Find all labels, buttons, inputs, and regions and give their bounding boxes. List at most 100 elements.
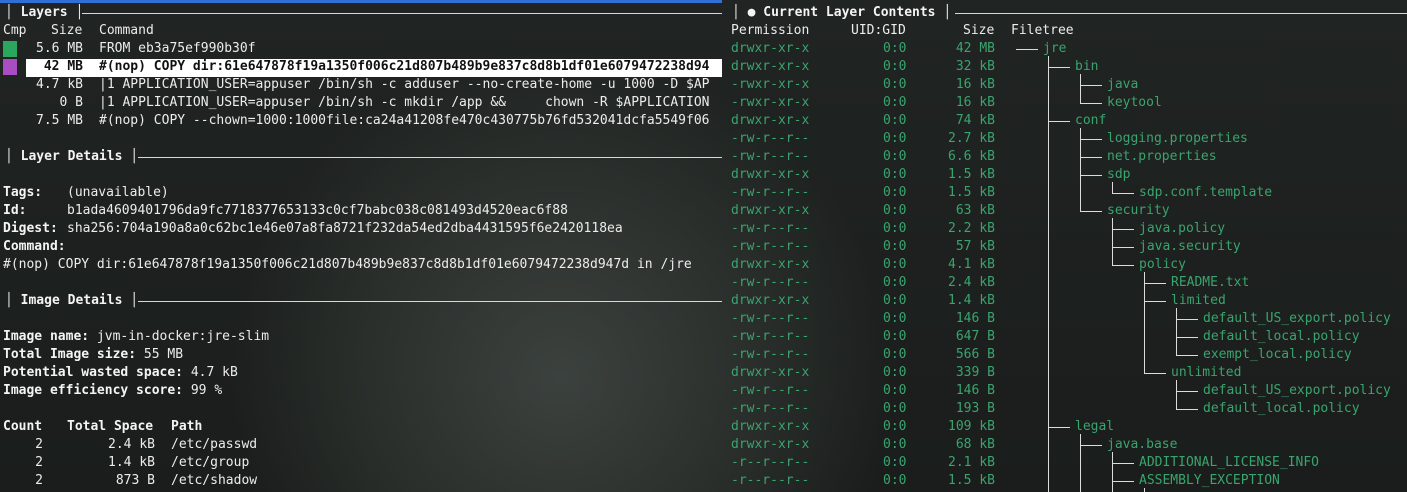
id-value: b1ada4609401796da9fc7718377653133c0cf7ba… xyxy=(67,203,568,218)
image-details-title-box: │ Image Details │ xyxy=(5,293,139,308)
digest-value: sha256:704a190a8a0c62bc1e46e07a8fa8721f2… xyxy=(67,221,623,236)
image-size-line: Total Image size: 55 MB xyxy=(3,346,183,364)
file-permission: -rwxr-xr-x xyxy=(731,77,810,92)
wasted-space-line: Potential wasted space: 4.7 kB xyxy=(3,364,238,382)
layers-header-cmp: Cmp xyxy=(3,23,27,38)
file-size: 68 kB xyxy=(955,437,995,452)
file-uidgid: 0:0 xyxy=(883,257,907,272)
tree-trunk xyxy=(1112,452,1113,492)
wasted-count: 2 xyxy=(35,437,43,452)
dive-ui: │ Layers │ Cmp Size Command 5.6 MB FROM e… xyxy=(0,0,1407,492)
wasted-path: /etc/shadow xyxy=(171,473,258,488)
file-uidgid: 0:0 xyxy=(883,293,907,308)
file-permission: drwxr-xr-x xyxy=(731,203,810,218)
layers-top-bar xyxy=(0,0,722,3)
tree-branch xyxy=(1176,409,1198,410)
file-uidgid: 0:0 xyxy=(883,95,907,110)
file-size: 2.7 kB xyxy=(948,131,995,146)
wasted-space-value: 4.7 kB xyxy=(190,365,238,380)
wasted-table-header-space: Total Space xyxy=(67,419,154,434)
file-size: 4.1 kB xyxy=(948,257,995,272)
file-name: bin xyxy=(1075,59,1099,74)
wasted-count: 2 xyxy=(35,473,43,488)
wasted-count: 2 xyxy=(35,455,43,470)
file-permission: drwxr-xr-x xyxy=(731,437,810,452)
file-uidgid: 0:0 xyxy=(883,365,907,380)
wasted-space: 1.4 kB xyxy=(108,455,155,470)
file-permission: drwxr-xr-x xyxy=(731,59,810,74)
layer-command: #(nop) COPY --chown=1000:1000file:ca24a4… xyxy=(99,113,710,128)
tree-branch xyxy=(1048,121,1070,122)
tree-branch xyxy=(1112,247,1134,248)
file-name: ASSEMBLY_EXCEPTION xyxy=(1139,473,1280,488)
file-size: 16 kB xyxy=(955,77,995,92)
file-permission: -r--r--r-- xyxy=(731,473,810,488)
tree-branch xyxy=(1144,373,1166,374)
tree-trunk xyxy=(1112,218,1113,265)
layers-title-rule xyxy=(82,13,722,14)
file-permission: -rw-r--r-- xyxy=(731,185,810,200)
file-name: default_US_export.policy xyxy=(1203,311,1391,326)
file-permission: drwxr-xr-x xyxy=(731,113,810,128)
tree-branch xyxy=(1176,391,1198,392)
layers-title-box: │ Layers │ xyxy=(5,5,84,20)
image-name-line: Image name: jvm-in-docker:jre-slim xyxy=(3,328,269,346)
tree-branch xyxy=(1080,85,1102,86)
wasted-path: /etc/group xyxy=(171,455,250,470)
file-uidgid: 0:0 xyxy=(883,455,907,470)
file-permission: -rw-r--r-- xyxy=(731,347,810,362)
file-permission: drwxr-xr-x xyxy=(731,257,810,272)
tree-branch xyxy=(1112,463,1134,464)
file-uidgid: 0:0 xyxy=(883,113,907,128)
layer-change-marker xyxy=(3,41,17,57)
file-permission: -rw-r--r-- xyxy=(731,311,810,326)
file-uidgid: 0:0 xyxy=(883,329,907,344)
file-name: java.base xyxy=(1107,437,1178,452)
file-permission: drwxr-xr-x xyxy=(731,167,810,182)
file-uidgid: 0:0 xyxy=(883,167,907,182)
file-uidgid: 0:0 xyxy=(883,437,907,452)
file-size: 63 kB xyxy=(955,203,995,218)
file-uidgid: 0:0 xyxy=(883,185,907,200)
tags-value: (unavailable) xyxy=(67,185,169,200)
layers-title: Layers xyxy=(20,5,68,20)
file-permission: -rw-r--r-- xyxy=(731,221,810,236)
file-size: 1.4 kB xyxy=(948,293,995,308)
image-name-label: Image name: xyxy=(3,329,90,344)
layer-size: 4.7 kB xyxy=(36,77,83,92)
wasted-path: /etc/passwd xyxy=(171,437,258,452)
file-uidgid: 0:0 xyxy=(883,275,907,290)
tree-branch xyxy=(1176,337,1198,338)
tree-branch xyxy=(1112,265,1134,266)
file-name: jre xyxy=(1043,41,1067,56)
file-size: 193 B xyxy=(955,401,995,416)
file-size: 2.2 kB xyxy=(948,221,995,236)
file-name: security xyxy=(1107,203,1170,218)
tree-branch xyxy=(1112,481,1134,482)
tree-branch xyxy=(1144,301,1166,302)
file-name: java.security xyxy=(1139,239,1241,254)
tree-trunk xyxy=(1144,272,1145,373)
file-name: default_local.policy xyxy=(1203,329,1360,344)
file-name: unlimited xyxy=(1171,365,1242,380)
file-name: default_US_export.policy xyxy=(1203,383,1391,398)
tree-branch xyxy=(1144,283,1166,284)
file-permission: -rw-r--r-- xyxy=(731,275,810,290)
image-details-rule xyxy=(138,301,722,302)
file-uidgid: 0:0 xyxy=(883,473,907,488)
file-name: keytool xyxy=(1107,95,1162,110)
file-name: net.properties xyxy=(1107,149,1217,164)
file-permission: -r--r--r-- xyxy=(731,455,810,470)
image-name-value: jvm-in-docker:jre-slim xyxy=(96,329,270,344)
file-name: default_local.policy xyxy=(1203,401,1360,416)
layer-size: 0 B xyxy=(59,95,83,110)
tree-branch xyxy=(1112,229,1134,230)
contents-title: ● Current Layer Contents xyxy=(747,5,936,20)
file-size: 74 kB xyxy=(955,113,995,128)
layer-command: |1 APPLICATION_USER=appuser /bin/sh -c m… xyxy=(99,95,710,110)
image-details-title: Image Details xyxy=(20,293,123,308)
file-name: ADDITIONAL_LICENSE_INFO xyxy=(1139,455,1320,470)
tree-branch xyxy=(1080,445,1102,446)
layer-details-title: Layer Details xyxy=(20,149,123,164)
tree-branch xyxy=(1112,193,1134,194)
